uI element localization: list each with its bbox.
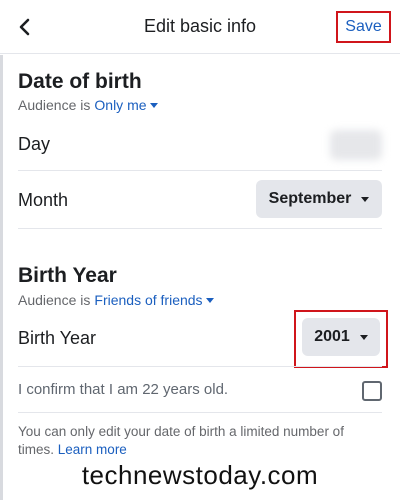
caret-down-icon <box>149 102 158 108</box>
month-label: Month <box>18 190 69 210</box>
divider <box>18 412 382 413</box>
month-value: September <box>268 190 352 207</box>
save-button[interactable]: Save <box>336 11 391 43</box>
audience-selector-dob[interactable]: Only me <box>94 97 158 113</box>
year-select[interactable]: 2001 <box>302 318 380 356</box>
date-of-birth-audience: Audience is Only me <box>18 97 158 113</box>
birth-year-row-label: Birth Year <box>18 328 97 348</box>
caret-down-icon <box>359 334 368 340</box>
audience-prefix: Audience is <box>18 97 91 113</box>
confirm-checkbox[interactable] <box>362 381 382 401</box>
audience-value: Only me <box>94 97 147 113</box>
date-of-birth-heading: Date of birth <box>18 70 142 93</box>
top-bar: Edit basic info Save <box>0 0 400 54</box>
confirm-age-text: I confirm that I am 22 years old. <box>18 381 229 398</box>
divider <box>18 366 382 367</box>
left-edge-bar <box>0 55 3 500</box>
learn-more-link[interactable]: Learn more <box>58 442 127 457</box>
limit-info: You can only edit your date of birth a l… <box>18 423 378 459</box>
audience-selector-birth-year[interactable]: Friends of friends <box>94 292 214 308</box>
watermark: technewstoday.com <box>81 460 319 490</box>
divider <box>18 228 382 229</box>
audience-value: Friends of friends <box>94 292 203 308</box>
divider <box>18 170 382 171</box>
birth-year-audience: Audience is Friends of friends <box>18 292 214 308</box>
day-value-blurred[interactable] <box>330 130 382 160</box>
month-select[interactable]: September <box>256 180 382 218</box>
year-value: 2001 <box>314 328 350 345</box>
caret-down-icon <box>361 196 370 202</box>
audience-prefix: Audience is <box>18 292 91 308</box>
caret-down-icon <box>205 297 214 303</box>
day-label: Day <box>18 134 51 154</box>
birth-year-heading: Birth Year <box>18 264 117 287</box>
